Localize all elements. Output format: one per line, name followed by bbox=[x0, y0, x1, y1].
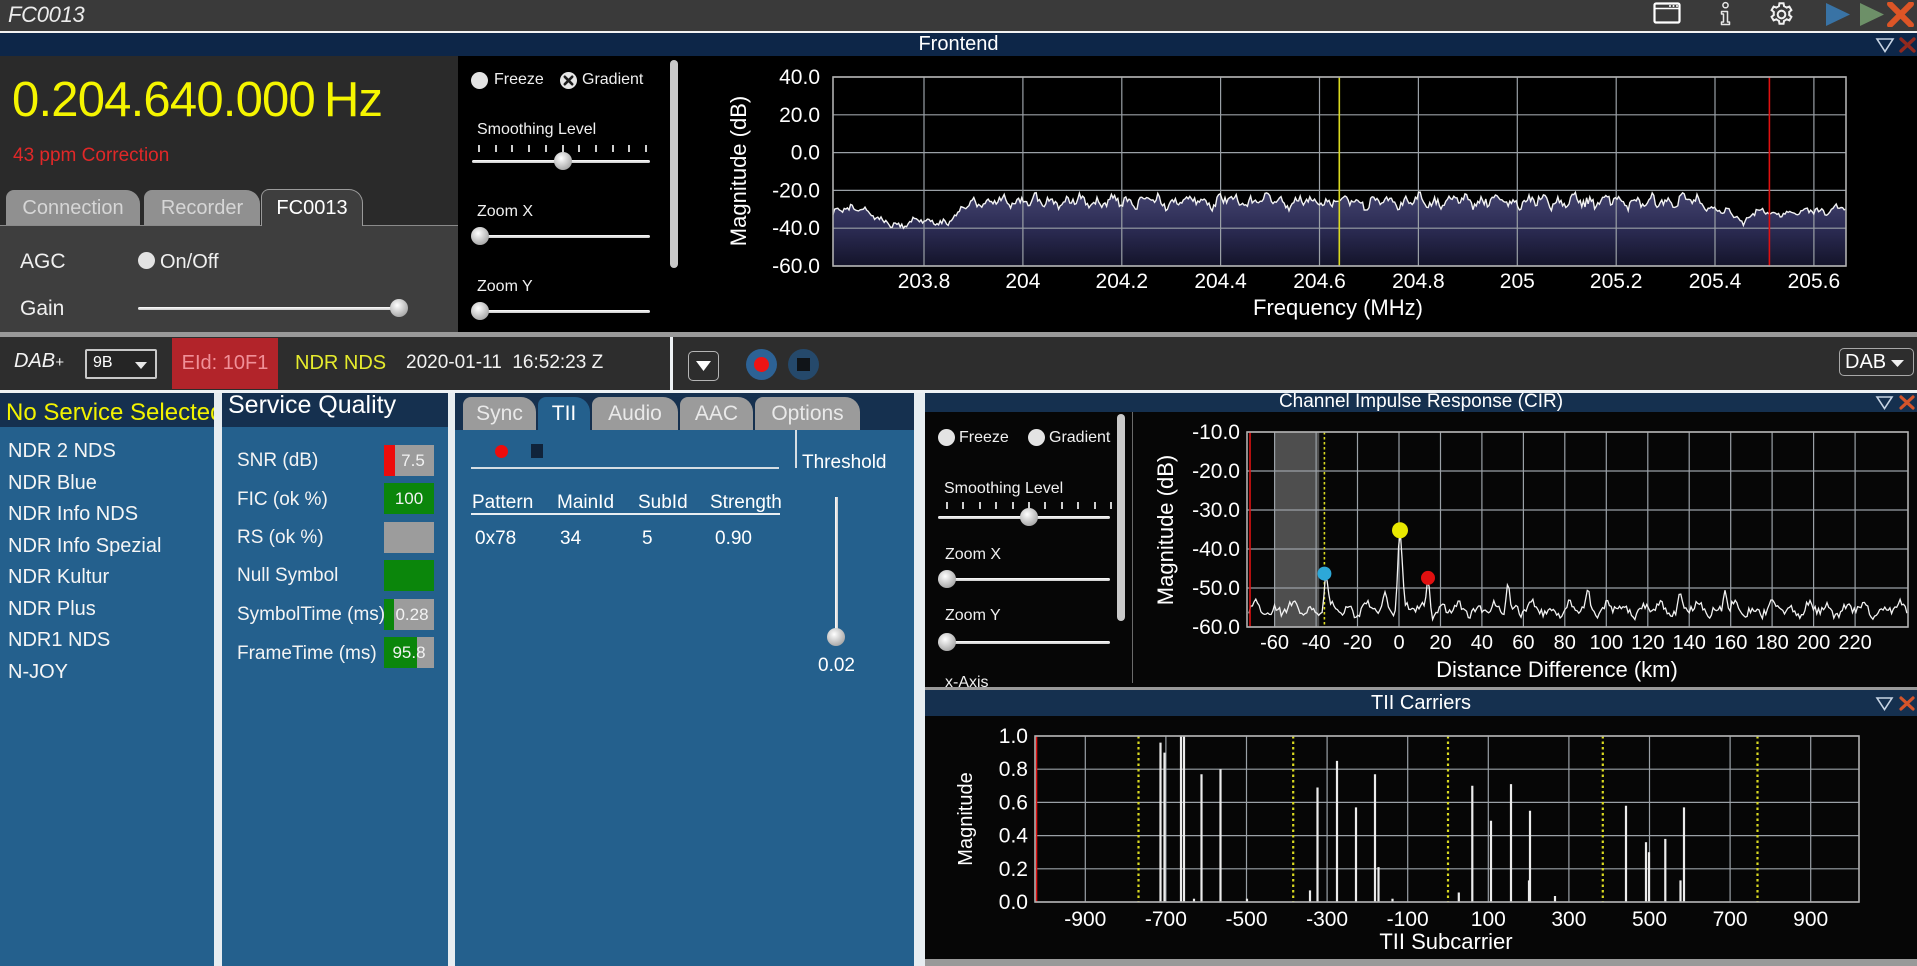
svg-text:40.0: 40.0 bbox=[779, 66, 820, 89]
svg-text:0.6: 0.6 bbox=[999, 791, 1028, 814]
svg-text:-30.0: -30.0 bbox=[1192, 499, 1240, 522]
svg-text:0.2: 0.2 bbox=[999, 858, 1028, 881]
svg-text:60: 60 bbox=[1512, 632, 1534, 654]
svg-text:140: 140 bbox=[1673, 632, 1706, 654]
svg-text:-40.0: -40.0 bbox=[772, 217, 820, 240]
svg-text:Frequency (MHz): Frequency (MHz) bbox=[1253, 295, 1423, 320]
svg-text:0.4: 0.4 bbox=[999, 825, 1029, 848]
svg-text:204: 204 bbox=[1005, 270, 1040, 293]
svg-text:220: 220 bbox=[1838, 632, 1871, 654]
svg-text:-500: -500 bbox=[1225, 908, 1267, 931]
svg-text:900: 900 bbox=[1793, 908, 1828, 931]
svg-text:40: 40 bbox=[1471, 632, 1493, 654]
svg-text:Magnitude (dB): Magnitude (dB) bbox=[1153, 455, 1178, 605]
svg-text:100: 100 bbox=[1471, 908, 1506, 931]
svg-text:205.4: 205.4 bbox=[1689, 270, 1742, 293]
svg-text:-60.0: -60.0 bbox=[772, 255, 820, 278]
svg-text:160: 160 bbox=[1714, 632, 1747, 654]
svg-text:204.8: 204.8 bbox=[1392, 270, 1445, 293]
svg-text:TII Subcarrier: TII Subcarrier bbox=[1379, 929, 1512, 954]
svg-text:204.6: 204.6 bbox=[1293, 270, 1346, 293]
svg-text:-700: -700 bbox=[1145, 908, 1187, 931]
svg-text:500: 500 bbox=[1632, 908, 1667, 931]
svg-text:120: 120 bbox=[1631, 632, 1664, 654]
svg-text:-900: -900 bbox=[1064, 908, 1106, 931]
svg-text:203.8: 203.8 bbox=[898, 270, 951, 293]
svg-text:205: 205 bbox=[1500, 270, 1535, 293]
svg-text:0.8: 0.8 bbox=[999, 758, 1028, 781]
svg-text:20: 20 bbox=[1429, 632, 1451, 654]
svg-text:-60.0: -60.0 bbox=[1192, 616, 1240, 639]
svg-text:-10.0: -10.0 bbox=[1192, 421, 1240, 444]
svg-text:205.2: 205.2 bbox=[1590, 270, 1643, 293]
svg-text:-40.0: -40.0 bbox=[1192, 538, 1240, 561]
svg-text:204.2: 204.2 bbox=[1096, 270, 1149, 293]
svg-text:700: 700 bbox=[1713, 908, 1748, 931]
svg-text:0: 0 bbox=[1393, 632, 1404, 654]
svg-text:180: 180 bbox=[1755, 632, 1788, 654]
svg-text:100: 100 bbox=[1590, 632, 1623, 654]
svg-text:20.0: 20.0 bbox=[779, 104, 820, 127]
svg-text:0.0: 0.0 bbox=[999, 891, 1028, 914]
svg-text:Distance Difference (km): Distance Difference (km) bbox=[1436, 657, 1678, 682]
svg-text:80: 80 bbox=[1554, 632, 1576, 654]
svg-text:-300: -300 bbox=[1306, 908, 1348, 931]
svg-text:-60: -60 bbox=[1260, 632, 1289, 654]
svg-text:-20: -20 bbox=[1343, 632, 1372, 654]
svg-text:300: 300 bbox=[1551, 908, 1586, 931]
svg-text:-50.0: -50.0 bbox=[1192, 577, 1240, 600]
svg-text:-100: -100 bbox=[1387, 908, 1429, 931]
svg-text:0.0: 0.0 bbox=[791, 142, 820, 165]
svg-text:-20.0: -20.0 bbox=[1192, 460, 1240, 483]
svg-text:Magnitude (dB): Magnitude (dB) bbox=[726, 96, 751, 246]
svg-text:-40: -40 bbox=[1302, 632, 1331, 654]
svg-text:200: 200 bbox=[1797, 632, 1830, 654]
svg-text:-20.0: -20.0 bbox=[772, 179, 820, 202]
svg-text:205.6: 205.6 bbox=[1788, 270, 1841, 293]
svg-text:204.4: 204.4 bbox=[1194, 270, 1247, 293]
svg-text:Magnitude: Magnitude bbox=[955, 772, 977, 865]
svg-text:1.0: 1.0 bbox=[999, 725, 1028, 748]
